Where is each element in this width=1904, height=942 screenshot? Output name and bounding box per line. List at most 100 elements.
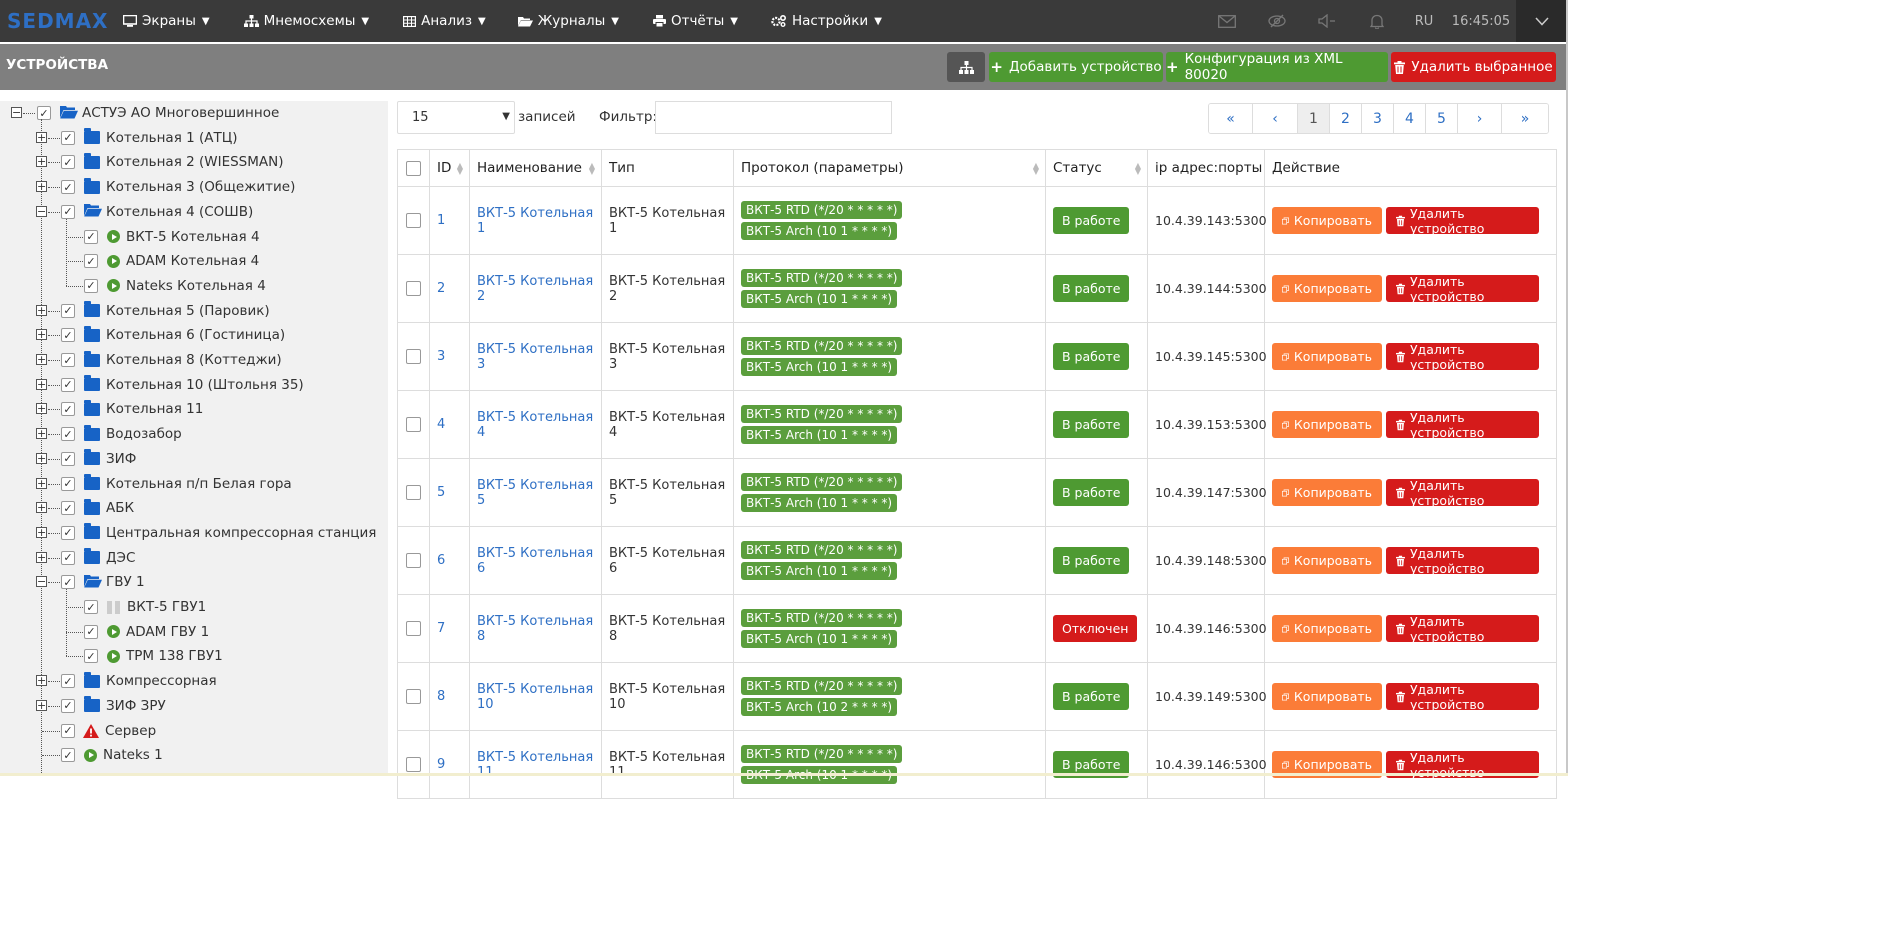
- select-all-checkbox[interactable]: [406, 160, 421, 176]
- tree-view-button[interactable]: [947, 52, 985, 82]
- tree-item[interactable]: + ✓ Котельная 6 (Гостиница): [36, 323, 285, 347]
- xml-config-button[interactable]: + Конфигурация из XML 80020: [1166, 51, 1388, 83]
- menu-journals[interactable]: Журналы ▼: [517, 0, 619, 42]
- menu-screens[interactable]: Экраны ▼: [123, 0, 210, 42]
- expand-toggle[interactable]: +: [36, 675, 47, 687]
- tree-checkbox[interactable]: ✓: [61, 377, 75, 392]
- delete-device-button[interactable]: Удалить устройство: [1386, 478, 1539, 508]
- delete-device-button[interactable]: Удалить устройство: [1386, 614, 1539, 644]
- device-name-link[interactable]: ВКТ-5 Котельная 1: [477, 206, 593, 236]
- delete-device-button[interactable]: Удалить устройство: [1386, 342, 1539, 372]
- menu-mimic[interactable]: Мнемосхемы ▼: [243, 0, 369, 42]
- delete-device-button[interactable]: Удалить устройство: [1386, 206, 1539, 236]
- device-id-link[interactable]: 1: [437, 213, 445, 228]
- tree-checkbox[interactable]: ✓: [61, 451, 75, 466]
- tree-checkbox[interactable]: ✓: [61, 328, 75, 343]
- tree-checkbox[interactable]: ✓: [61, 525, 75, 540]
- tree-item[interactable]: ✓ Сервер: [61, 719, 156, 743]
- expand-toggle[interactable]: +: [36, 551, 47, 563]
- row-checkbox[interactable]: [406, 485, 421, 500]
- delete-device-button[interactable]: Удалить устройство: [1386, 410, 1539, 440]
- tree-checkbox[interactable]: ✓: [61, 698, 75, 713]
- expand-toggle[interactable]: +: [36, 428, 47, 440]
- device-id-link[interactable]: 4: [437, 417, 445, 432]
- copy-button[interactable]: Копировать: [1272, 479, 1382, 506]
- page-size-select[interactable]: 15 ▼: [397, 101, 515, 134]
- tree-checkbox[interactable]: ✓: [84, 624, 98, 639]
- last-page-button[interactable]: »: [1502, 104, 1548, 133]
- col-name[interactable]: Наименование ▲ ▼: [469, 149, 602, 187]
- collapse-toggle[interactable]: −: [11, 107, 22, 118]
- device-id-link[interactable]: 3: [437, 349, 445, 364]
- tree-checkbox[interactable]: ✓: [84, 649, 98, 664]
- language-switch[interactable]: RU: [1402, 14, 1446, 29]
- page-button[interactable]: 4: [1394, 104, 1426, 133]
- tree-checkbox[interactable]: ✓: [84, 278, 98, 293]
- tree-item[interactable]: ✓ ВКТ-5 Котельная 4: [84, 225, 260, 249]
- expand-toggle[interactable]: +: [36, 304, 47, 316]
- mail-icon[interactable]: [1202, 0, 1252, 42]
- collapse-toggle[interactable]: −: [36, 205, 47, 217]
- tree-item[interactable]: ✓ ТРМ 138 ГВУ1: [84, 644, 223, 668]
- row-checkbox[interactable]: [406, 553, 421, 568]
- col-protocol[interactable]: Протокол (параметры) ▲ ▼: [733, 149, 1046, 187]
- tree-root[interactable]: − ✓ АСТУЭ АО Многовершинное: [11, 101, 279, 125]
- copy-button[interactable]: Копировать: [1272, 615, 1382, 642]
- device-name-link[interactable]: ВКТ-5 Котельная 5: [477, 478, 593, 508]
- eye-slash-icon[interactable]: [1252, 0, 1302, 42]
- tree-item[interactable]: + ✓ Водозабор: [36, 422, 182, 446]
- copy-button[interactable]: Копировать: [1272, 275, 1382, 302]
- device-id-link[interactable]: 7: [437, 621, 445, 636]
- tree-checkbox[interactable]: ✓: [61, 748, 75, 763]
- row-checkbox[interactable]: [406, 213, 421, 228]
- filter-input[interactable]: [655, 101, 892, 134]
- tree-item[interactable]: + ✓ Котельная 3 (Общежитие): [36, 175, 295, 199]
- delete-device-button[interactable]: Удалить устройство: [1386, 274, 1539, 304]
- tree-checkbox[interactable]: ✓: [84, 229, 98, 244]
- tree-item[interactable]: + ✓ Центральная компрессорная станция: [36, 521, 376, 545]
- page-scrollbar[interactable]: [1566, 0, 1568, 776]
- delete-device-button[interactable]: Удалить устройство: [1386, 546, 1539, 576]
- expand-toggle[interactable]: +: [36, 131, 47, 143]
- tree-item[interactable]: + ✓ Котельная п/п Белая гора: [36, 472, 292, 496]
- row-checkbox[interactable]: [406, 689, 421, 704]
- row-checkbox[interactable]: [406, 757, 421, 772]
- expand-toggle[interactable]: +: [36, 329, 47, 341]
- tree-checkbox[interactable]: ✓: [61, 353, 75, 367]
- tree-item[interactable]: + ✓ ДЭС: [36, 546, 135, 570]
- device-name-link[interactable]: ВКТ-5 Котельная 10: [477, 682, 593, 712]
- tree-item[interactable]: + ✓ ЗИФ: [36, 447, 136, 471]
- tree-checkbox[interactable]: ✓: [61, 427, 75, 442]
- tree-checkbox[interactable]: ✓: [37, 106, 51, 120]
- copy-button[interactable]: Копировать: [1272, 411, 1382, 438]
- col-status[interactable]: Статус ▲ ▼: [1045, 149, 1148, 187]
- menu-settings[interactable]: Настройки ▼: [771, 0, 882, 42]
- copy-button[interactable]: Копировать: [1272, 683, 1382, 710]
- expand-toggle[interactable]: +: [36, 452, 47, 464]
- tree-checkbox[interactable]: ✓: [61, 501, 75, 516]
- device-name-link[interactable]: ВКТ-5 Котельная 3: [477, 342, 593, 372]
- tree-checkbox[interactable]: ✓: [61, 476, 75, 491]
- copy-button[interactable]: Копировать: [1272, 343, 1382, 370]
- page-button[interactable]: 2: [1330, 104, 1362, 133]
- tree-item[interactable]: + ✓ Котельная 10 (Штольня 35): [36, 373, 304, 397]
- row-checkbox[interactable]: [406, 417, 421, 432]
- expand-toggle[interactable]: +: [36, 477, 47, 489]
- tree-checkbox[interactable]: ✓: [61, 575, 75, 590]
- tree-item[interactable]: + ✓ Котельная 5 (Паровик): [36, 299, 270, 323]
- app-logo[interactable]: SEDMAX: [0, 9, 110, 33]
- tree-item[interactable]: ✓ ADAM Котельная 4: [84, 249, 259, 273]
- device-name-link[interactable]: ВКТ-5 Котельная 4: [477, 410, 593, 440]
- expand-toggle[interactable]: +: [36, 699, 47, 711]
- copy-button[interactable]: Копировать: [1272, 547, 1382, 574]
- expand-toggle[interactable]: +: [36, 378, 47, 390]
- delete-device-button[interactable]: Удалить устройство: [1386, 682, 1539, 712]
- tree-checkbox[interactable]: ✓: [61, 550, 75, 565]
- tree-item[interactable]: ✓ Nateks 1: [61, 743, 163, 767]
- device-id-link[interactable]: 6: [437, 553, 445, 568]
- tree-checkbox[interactable]: ✓: [61, 674, 75, 689]
- tree-item[interactable]: + ✓ Котельная 1 (АТЦ): [36, 126, 238, 150]
- device-name-link[interactable]: ВКТ-5 Котельная 6: [477, 546, 593, 576]
- bell-icon[interactable]: [1352, 0, 1402, 42]
- volume-icon[interactable]: [1302, 0, 1352, 42]
